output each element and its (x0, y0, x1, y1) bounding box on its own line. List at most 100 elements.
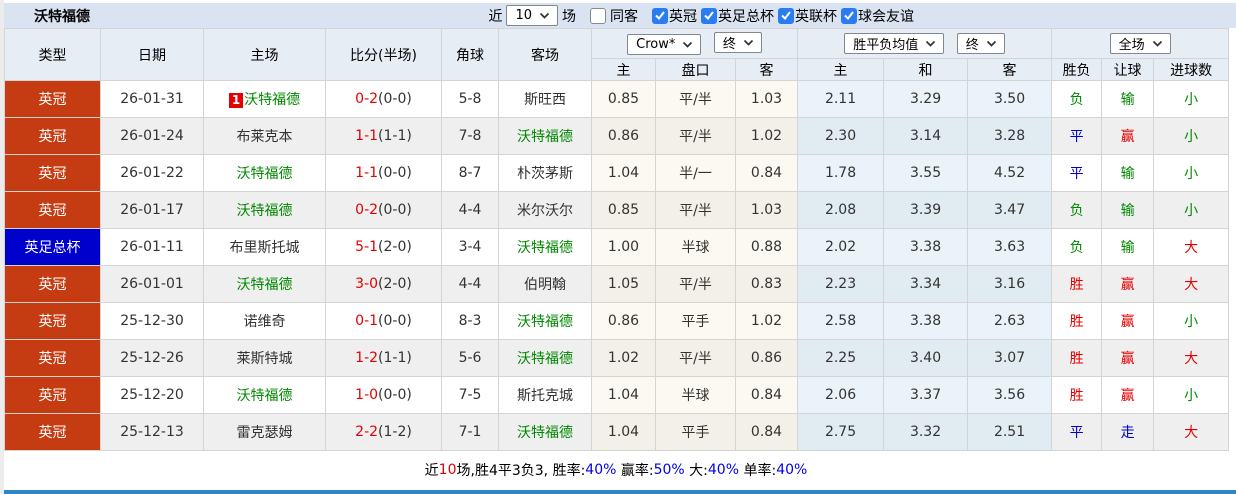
filter-checkbox-friendly[interactable] (841, 7, 857, 24)
home-team-cell: 沃特福德 (203, 191, 326, 229)
result-wdl-cell: 胜 (1051, 265, 1103, 303)
away-team-name: 米尔沃尔 (517, 203, 573, 219)
wdl-average-select[interactable]: 胜平负均值 (844, 33, 945, 54)
avg-home-odds-cell: 2.08 (797, 191, 885, 229)
result-handicap-cell: 走 (1101, 413, 1155, 451)
home-team-name: 雷克瑟姆 (236, 425, 293, 441)
recent-count-select[interactable]: 10 (506, 5, 558, 26)
home-team-cell: 布里斯托城 (203, 228, 326, 266)
avg-away-odds-cell: 3.16 (967, 265, 1053, 303)
league-cell: 英冠 (4, 154, 101, 192)
result-wdl-cell: 胜 (1051, 376, 1103, 414)
result-handicap-cell: 赢 (1101, 376, 1155, 414)
match-row: 英冠 25-12-13 雷克瑟姆 2-2(1-2) 7-1 沃特福德 1.04 平手 0.84 2… (4, 413, 1230, 451)
chevron-down-icon (743, 39, 753, 46)
result-goals-cell: 小 (1153, 302, 1230, 340)
handicap-odds-group-header: Crow* 终 (590, 28, 799, 59)
fulltime-score: 3-0 (355, 276, 379, 292)
home-team-cell: 布莱克本 (203, 117, 326, 155)
team-header-bar: 沃特福德 近 10 场 同客 英冠 英足总杯 英联杯 球会友谊 (4, 3, 1236, 28)
result-handicap-cell: 赢 (1101, 265, 1155, 303)
away-team-cell: 沃特福德 (498, 339, 592, 377)
avg-home-odds-cell: 2.25 (797, 339, 885, 377)
chevron-down-icon (683, 41, 693, 48)
handicap-away-odds-cell: 1.03 (734, 191, 799, 229)
handicap-away-odds-cell: 0.84 (734, 413, 799, 451)
team-title: 沃特福德 (34, 8, 90, 25)
filter-checkbox-championship[interactable] (652, 7, 668, 24)
subcol-result-handicap: 让球 (1101, 58, 1155, 81)
handicap-home-odds-cell: 1.00 (591, 228, 656, 266)
avg-draw-odds-cell: 3.38 (883, 228, 969, 266)
filter-checkbox-fa-cup[interactable] (701, 7, 717, 24)
match-row: 英冠 25-12-30 诺维奇 0-1(0-0) 8-3 沃特福德 0.86 平手 1.02 2.… (4, 302, 1230, 340)
home-team-name: 沃特福德 (244, 92, 301, 108)
away-team-name: 伯明翰 (524, 277, 566, 293)
fulltime-score: 1-0 (355, 387, 379, 403)
corners-cell: 3-4 (441, 228, 499, 266)
check-icon (781, 11, 791, 20)
summary-segment: 赢率: (616, 462, 654, 479)
score-cell: 0-1(0-0) (325, 302, 442, 340)
home-team-name: 诺维奇 (243, 314, 286, 330)
league-cell: 英冠 (4, 117, 101, 155)
home-team-name: 布里斯托城 (229, 240, 300, 256)
fulltime-score: 1-2 (355, 350, 379, 366)
result-handicap-cell: 赢 (1101, 302, 1155, 340)
league-cell: 英冠 (4, 80, 101, 118)
score-cell: 3-0(2-0) (325, 265, 442, 303)
date-cell: 26-01-24 (100, 117, 204, 155)
summary-bar: 近 10 场,胜4平3负3, 胜率: 40% 赢率: 50% 大: 40% 单率: 40% (4, 451, 1228, 488)
result-handicap-cell: 输 (1101, 154, 1155, 192)
chevron-down-icon (986, 40, 996, 47)
avg-home-odds-cell: 2.11 (797, 80, 885, 118)
scope-select[interactable]: 全场 (1109, 33, 1171, 54)
recent-count-value: 10 (515, 8, 532, 23)
summary-segment: 40% (585, 461, 617, 478)
result-handicap-cell: 输 (1101, 80, 1155, 118)
summary-segment: 大: (684, 462, 708, 479)
same-venue-checkbox[interactable] (590, 7, 606, 24)
handicap-time-select[interactable]: 终 (713, 32, 762, 53)
away-team-name: 沃特福德 (517, 129, 573, 145)
handicap-line-cell: 平/半 (655, 191, 736, 229)
handicap-away-odds-cell: 0.88 (734, 228, 799, 266)
subcol-handicap-home: 主 (591, 58, 656, 81)
score-cell: 1-1(0-0) (325, 154, 442, 192)
subcol-result-wdl: 胜负 (1051, 58, 1103, 81)
avg-home-odds-cell: 2.02 (797, 228, 885, 266)
match-row: 英冠 26-01-01 沃特福德 3-0(2-0) 4-4 伯明翰 1.05 平/半 0.83 2… (4, 265, 1230, 303)
results-group-header: 全场 (1051, 28, 1230, 59)
corners-cell: 8-7 (441, 154, 499, 192)
fulltime-score: 0-2 (355, 91, 379, 107)
home-team-cell: 沃特福德 (203, 376, 326, 414)
score-cell: 1-1(1-1) (325, 117, 442, 155)
col-header-date: 日期 (100, 28, 204, 81)
result-wdl-cell: 胜 (1051, 339, 1103, 377)
halftime-score: (0-0) (378, 165, 412, 181)
league-cell: 英冠 (4, 413, 101, 451)
handicap-line-cell: 平/半 (655, 80, 736, 118)
handicap-time-select-value: 终 (722, 37, 736, 52)
result-goals-cell: 小 (1153, 80, 1230, 118)
corners-cell: 8-3 (441, 302, 499, 340)
handicap-away-odds-cell: 0.86 (734, 339, 799, 377)
home-team-cell: 诺维奇 (203, 302, 326, 340)
away-team-cell: 沃特福德 (498, 302, 592, 340)
wdl-time-select[interactable]: 终 (956, 33, 1005, 54)
halftime-score: (2-0) (378, 239, 412, 255)
scope-select-value: 全场 (1118, 38, 1145, 53)
home-team-name: 沃特福德 (236, 203, 293, 219)
match-row: 英足总杯 26-01-11 布里斯托城 5-1(2-0) 3-4 沃特福德 1.00 半球 0.… (4, 228, 1230, 266)
home-team-name: 莱斯特城 (236, 351, 293, 367)
avg-home-odds-cell: 2.58 (797, 302, 885, 340)
bookmaker-select[interactable]: Crow* (627, 34, 702, 55)
subcol-avg-away: 客 (967, 58, 1053, 81)
halftime-score: (2-0) (378, 276, 412, 292)
filter-checkbox-league-cup[interactable] (778, 7, 794, 24)
result-wdl-cell: 负 (1051, 80, 1103, 118)
result-goals-cell: 大 (1153, 228, 1230, 266)
chevron-down-icon (926, 40, 936, 47)
subcol-handicap-line: 盘口 (655, 58, 736, 81)
subcol-avg-draw: 和 (883, 58, 969, 81)
